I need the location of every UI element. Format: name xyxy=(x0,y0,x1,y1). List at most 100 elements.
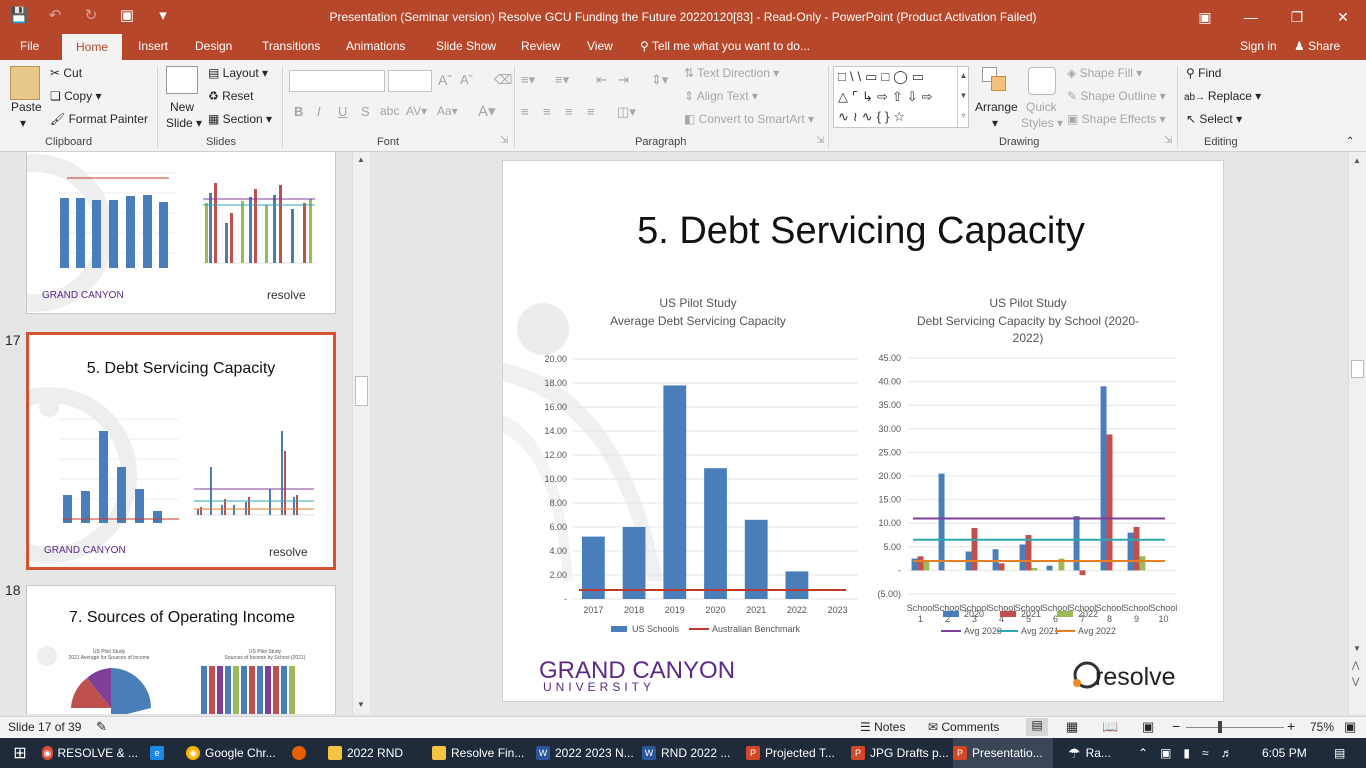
normal-view-icon[interactable]: ▤ xyxy=(1026,718,1048,736)
align-text-button[interactable]: ⇕ Align Text ▾ xyxy=(684,89,758,103)
bullets-icon[interactable]: ≡▾ xyxy=(521,72,535,88)
taskbar-item-ppt-projected[interactable]: P Projected T... xyxy=(746,738,842,768)
zoom-slider-thumb[interactable] xyxy=(1218,721,1222,733)
taskbar-item-chrome[interactable]: ◉ RESOLVE & ... xyxy=(42,738,138,768)
taskbar-item-ppt-presentation[interactable]: P Presentatio... xyxy=(953,738,1053,768)
ribbon-display-icon[interactable]: ▣ xyxy=(1182,0,1228,34)
minimize-icon[interactable]: — xyxy=(1228,0,1274,34)
paste-button[interactable]: Paste xyxy=(11,100,42,114)
convert-smartart-button[interactable]: ◧ Convert to SmartArt ▾ xyxy=(684,112,814,126)
find-button[interactable]: ⚲ Find xyxy=(1186,66,1221,80)
zoom-slider[interactable] xyxy=(1186,727,1284,728)
zoom-level[interactable]: 75% xyxy=(1310,720,1334,734)
shadow-icon[interactable]: S xyxy=(361,104,370,119)
replace-button[interactable]: ab→ Replace ▾ xyxy=(1184,89,1261,103)
change-case-icon[interactable]: Aa▾ xyxy=(437,104,458,118)
scroll-down-arrow-icon[interactable]: ▼ xyxy=(1353,644,1361,653)
restore-icon[interactable]: ❐ xyxy=(1274,0,1320,34)
tab-animations[interactable]: Animations xyxy=(346,39,405,53)
notification-icon[interactable]: ▣ xyxy=(1160,746,1171,760)
tab-home[interactable]: Home xyxy=(62,34,123,60)
taskbar-item-folder-resolve[interactable]: Resolve Fin... xyxy=(432,738,530,768)
shape-outline-button[interactable]: ✎ Shape Outline ▾ xyxy=(1067,89,1166,103)
grow-font-icon[interactable]: Aˆ xyxy=(438,72,452,88)
scroll-down-arrow-icon[interactable]: ▼ xyxy=(357,700,365,709)
scroll-up-arrow-icon[interactable]: ▲ xyxy=(357,155,365,164)
chart-debt-servicing-by-school[interactable]: US Pilot Study Debt Servicing Capacity by… xyxy=(877,296,1177,636)
chevron-up-icon[interactable]: ⌃ xyxy=(1138,746,1148,760)
taskbar-item-firefox[interactable] xyxy=(292,738,318,768)
taskbar-item-folder-rnd[interactable]: 2022 RND xyxy=(328,738,422,768)
layout-button[interactable]: ▤ Layout ▾ xyxy=(208,66,268,80)
section-button[interactable]: ▦ Section ▾ xyxy=(208,112,272,126)
numbering-icon[interactable]: ≡▾ xyxy=(555,72,569,88)
tab-review[interactable]: Review xyxy=(521,39,560,53)
columns-icon[interactable]: ◫▾ xyxy=(617,104,636,120)
paste-icon[interactable] xyxy=(10,66,40,100)
slide-scroll-thumb[interactable] xyxy=(1351,360,1364,378)
clear-formatting-icon[interactable]: ⌫ xyxy=(494,72,512,88)
arrange-icon[interactable] xyxy=(982,67,1008,93)
comments-button[interactable]: ✉ Comments xyxy=(928,720,999,734)
taskbar-item-word-rnd[interactable]: W RND 2022 ... xyxy=(642,738,738,768)
bold-icon[interactable]: B xyxy=(294,104,303,119)
chart-average-debt-servicing[interactable]: US Pilot Study Average Debt Servicing Cap… xyxy=(544,296,858,634)
battery-icon[interactable]: ▮ xyxy=(1183,746,1190,760)
new-slide-button[interactable]: New xyxy=(170,100,194,114)
text-direction-button[interactable]: ⇅ Text Direction ▾ xyxy=(684,66,779,80)
next-slide-icon[interactable]: ⋁ xyxy=(1352,676,1359,687)
tab-file[interactable]: File xyxy=(20,39,39,53)
justify-icon[interactable]: ≡ xyxy=(587,104,595,119)
paragraph-dialog-launcher-icon[interactable]: ⇲ xyxy=(816,135,824,146)
current-slide[interactable]: 5. Debt Servicing Capacity US Pilot Stud… xyxy=(502,160,1224,702)
sign-in-link[interactable]: Sign in xyxy=(1240,39,1277,53)
shapes-gallery[interactable]: □\\▭□◯▭ △⌜↳⇨⇧⇩⇨ ∿≀∿{}☆ xyxy=(833,66,969,128)
slide-scrollbar[interactable]: ▲ ▼ ⋀ ⋁ xyxy=(1348,152,1366,714)
format-painter-button[interactable]: 🖌 Format Painter xyxy=(50,112,148,126)
scroll-up-arrow-icon[interactable]: ▲ xyxy=(1353,156,1361,165)
share-button[interactable]: ♟ Share xyxy=(1294,39,1340,53)
taskbar-item-ppt-jpg[interactable]: P JPG Drafts p... xyxy=(851,738,949,768)
spelling-icon[interactable]: ✎ xyxy=(96,719,107,735)
arrange-button[interactable]: Arrange xyxy=(975,100,1018,114)
taskbar-weather[interactable]: ☂ Ra... xyxy=(1068,738,1130,768)
slide-sorter-icon[interactable]: ▦ xyxy=(1066,719,1078,735)
slide-thumbnail-18[interactable]: 7. Sources of Operating Income US Pilot … xyxy=(26,585,336,714)
font-color-icon[interactable]: A▾ xyxy=(478,102,496,120)
action-center-icon[interactable]: ▤ xyxy=(1334,738,1362,768)
line-spacing-icon[interactable]: ⇕▾ xyxy=(651,72,668,88)
cut-button[interactable]: ✂ Cut xyxy=(50,66,82,80)
slide-thumbnail-panel[interactable]: GRAND CANYON resolve 17 5. Debt Servicin… xyxy=(0,152,370,714)
tab-view[interactable]: View xyxy=(587,39,613,53)
align-right-icon[interactable]: ≡ xyxy=(565,104,573,119)
slide-title[interactable]: 5. Debt Servicing Capacity xyxy=(637,210,1085,252)
tab-transitions[interactable]: Transitions xyxy=(262,39,320,53)
clock[interactable]: 6:05 PM xyxy=(1262,738,1322,768)
new-slide-icon[interactable] xyxy=(166,66,198,94)
tab-design[interactable]: Design xyxy=(195,39,232,53)
character-spacing-icon[interactable]: AV▾ xyxy=(406,104,427,118)
arrange-dropdown-icon[interactable]: ▾ xyxy=(992,116,998,130)
fit-to-window-icon[interactable]: ▣ xyxy=(1344,719,1356,735)
taskbar-item-ie[interactable]: e xyxy=(150,738,176,768)
slide-thumbnail-16[interactable]: GRAND CANYON resolve xyxy=(26,152,336,314)
quick-styles-icon[interactable] xyxy=(1028,67,1056,95)
close-icon[interactable]: ✕ xyxy=(1320,0,1366,34)
shrink-font-icon[interactable]: Aˇ xyxy=(460,72,473,87)
underline-icon[interactable]: U xyxy=(338,104,347,119)
copy-button[interactable]: ❏ Copy ▾ xyxy=(50,89,101,103)
volume-icon[interactable]: ♬ xyxy=(1221,746,1233,760)
font-size-box[interactable] xyxy=(388,70,432,92)
reading-view-icon[interactable]: 📖 xyxy=(1102,719,1118,735)
select-button[interactable]: ↖ Select ▾ xyxy=(1186,112,1242,126)
italic-icon[interactable]: I xyxy=(317,104,321,119)
tab-slide-show[interactable]: Slide Show xyxy=(436,39,496,53)
align-left-icon[interactable]: ≡ xyxy=(521,104,529,119)
collapse-ribbon-icon[interactable]: ⌃ xyxy=(1346,136,1354,147)
slide-thumbnail-17[interactable]: 5. Debt Servicing Capacity GRAND CANYON xyxy=(26,332,336,570)
taskbar-item-google-chrome[interactable]: ◉ Google Chr... xyxy=(186,738,282,768)
paste-dropdown-icon[interactable]: ▾ xyxy=(20,116,26,130)
taskbar-item-word-2022[interactable]: W 2022 2023 N... xyxy=(536,738,634,768)
start-button[interactable]: ⊞ xyxy=(0,738,40,768)
quick-styles-button[interactable]: Quick xyxy=(1026,100,1057,114)
